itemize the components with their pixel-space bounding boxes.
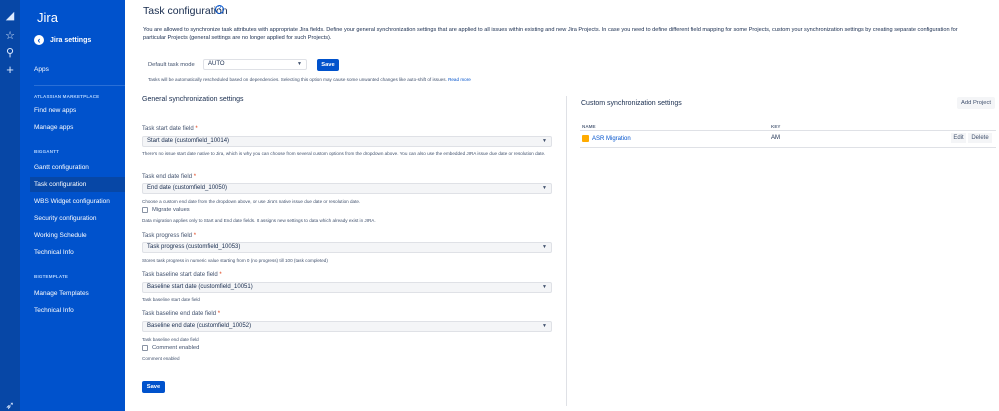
required-mark: * [219,272,222,278]
task-end-date-help: Choose a custom end date from the dropdo… [142,199,361,204]
required-mark: * [195,126,198,132]
migrate-values-help: Data migration applies only to Start and… [142,218,376,223]
create-plus-icon[interactable]: + [4,63,16,76]
baseline-end-value: Baseline end date (customfield_10052) [147,323,252,329]
chevron-down-icon: ▼ [542,244,547,250]
delete-button[interactable]: Delete [968,133,992,143]
baseline-start-label-text: Task baseline start date field [142,272,218,278]
baseline-end-help: Task baseline end date field [142,337,199,342]
task-progress-value: Task progress (customfield_10053) [147,244,241,250]
chevron-down-icon: ▼ [542,284,547,290]
sidebar-item-wbs-widget-configuration[interactable]: WBS Widget configuration [34,194,125,209]
sidebar-divider [34,85,125,86]
comment-enabled-checkbox[interactable]: Comment enabled [142,345,199,351]
task-start-date-label: Task start date field * [142,126,198,132]
project-key: AM [771,135,780,141]
default-task-mode-select[interactable]: AUTO ▼ [203,59,307,70]
task-start-date-help: There's no issue start date native to Ji… [142,151,546,156]
sidebar-item-technical-info[interactable]: Technical Info [34,245,125,260]
project-avatar-icon [582,135,589,142]
chevron-down-icon: ▼ [542,323,547,329]
sidebar: Jira ‹ Jira settings Apps ATLASSIAN MARK… [20,0,125,411]
intro-text: You are allowed to synchronize task attr… [143,27,958,41]
sidebar-item-gantt-configuration[interactable]: Gantt configuration [34,160,125,175]
task-start-date-value: Start date (customfield_10014) [147,138,230,144]
task-start-date-label-text: Task start date field [142,126,194,132]
general-settings-title: General synchronization settings [142,96,244,103]
sidebar-item-manage-templates[interactable]: Manage Templates [34,286,125,301]
read-more-link[interactable]: Read more [448,77,471,82]
table-row-name[interactable]: ASR Migration [582,135,631,142]
sidebar-item-task-configuration[interactable]: Task configuration [30,177,125,192]
sidebar-item-find-new-apps[interactable]: Find new apps [34,103,125,118]
task-end-date-label: Task end date field * [142,174,196,180]
chevron-down-icon: ▼ [542,185,547,191]
chevron-down-icon: ▼ [297,61,302,67]
checkbox-box[interactable] [142,345,148,351]
baseline-start-label: Task baseline start date field * [142,272,222,278]
required-mark: * [193,233,197,239]
general-save-button[interactable]: Save [142,381,165,393]
task-progress-label: Task progress field * [142,233,196,239]
jira-settings-link[interactable]: ‹ Jira settings [34,35,91,45]
task-end-date-value: End date (customfield_10050) [147,185,228,191]
baseline-start-help: Task baseline start date field [142,297,200,302]
required-mark: * [217,311,221,317]
checkbox-box[interactable] [142,207,148,213]
default-task-mode-value: AUTO [208,61,225,67]
column-header-name: NAME [582,124,596,129]
brand-title: Jira [37,10,58,25]
sidebar-heading-bigtemplate: BIGTEMPLATE [34,274,69,279]
sidebar-heading-marketplace: ATLASSIAN MARKETPLACE [34,94,100,99]
star-icon[interactable]: ☆ [4,30,16,42]
migrate-values-checkbox[interactable]: Migrate values [142,207,190,213]
column-divider [566,96,567,406]
jira-logo-icon[interactable]: ◢ [4,10,16,22]
migrate-values-label: Migrate values [152,207,190,213]
help-icon[interactable]: ? [215,5,224,14]
task-progress-help: Stores task progress in numeric value st… [142,258,328,263]
sidebar-heading-biggantt: BIGGANTT [34,149,60,154]
task-end-date-select[interactable]: End date (customfield_10050) ▼ [142,183,552,194]
project-name-link[interactable]: ASR Migration [592,136,631,142]
sidebar-item-technical-info-template[interactable]: Technical Info [34,303,125,318]
back-arrow-icon: ‹ [34,35,44,45]
sidebar-item-manage-apps[interactable]: Manage apps [34,120,125,135]
baseline-end-select[interactable]: Baseline end date (customfield_10052) ▼ [142,321,552,332]
column-header-key: KEY [771,124,781,129]
sidebar-item-apps[interactable]: Apps [34,62,125,77]
baseline-end-label: Task baseline end date field * [142,311,220,317]
sidebar-item-working-schedule[interactable]: Working Schedule [34,228,125,243]
default-task-mode-label: Default task mode [148,62,195,68]
table-header-line [580,130,996,131]
rocket-icon[interactable]: ➶ [4,400,16,411]
edit-button[interactable]: Edit [951,133,966,143]
add-project-button[interactable]: Add Project [957,97,995,109]
baseline-end-label-text: Task baseline end date field [142,311,217,317]
comment-enabled-help: Comment enabled [142,356,180,361]
task-end-date-label-text: Task end date field [142,174,193,180]
default-mode-help: Tasks will be automatically rescheduled … [148,76,471,83]
main-content: Task configuration ? You are allowed to … [125,0,999,411]
default-mode-save-button[interactable]: Save [317,59,339,71]
task-start-date-select[interactable]: Start date (customfield_10014) ▼ [142,136,552,147]
custom-settings-title: Custom synchronization settings [581,100,682,107]
task-progress-select[interactable]: Task progress (customfield_10053) ▼ [142,242,552,253]
task-progress-label-text: Task progress field [142,233,193,239]
jira-settings-label: Jira settings [50,36,92,44]
search-icon[interactable]: ⚲ [4,47,16,59]
comment-enabled-label: Comment enabled [152,345,200,351]
baseline-start-value: Baseline start date (customfield_10051) [147,284,253,290]
global-nav-rail: ◢ ☆ ⚲ + ➶ [0,0,20,411]
required-mark: * [193,174,197,180]
sidebar-item-security-configuration[interactable]: Security configuration [34,211,125,226]
baseline-start-select[interactable]: Baseline start date (customfield_10051) … [142,282,552,293]
chevron-down-icon: ▼ [542,138,547,144]
table-row-line [580,147,996,148]
default-mode-help-text: Tasks will be automatically rescheduled … [148,77,447,82]
